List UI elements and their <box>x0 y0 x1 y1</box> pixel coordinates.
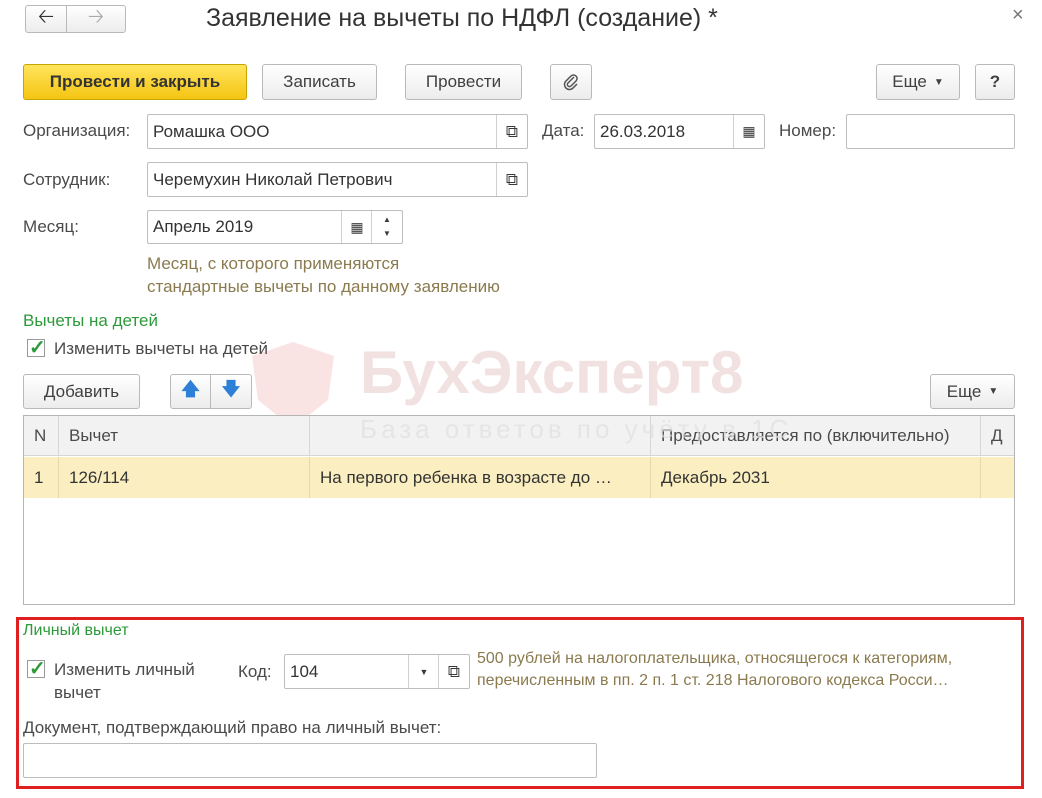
month-value: Апрель 2019 <box>153 217 254 236</box>
month-label: Месяц: <box>23 217 79 236</box>
personal-change-checkbox[interactable]: ✓ <box>27 658 46 680</box>
code-label: Код: <box>238 662 272 681</box>
move-up-button[interactable]: 🡅 <box>170 374 211 409</box>
column-header-n[interactable]: N <box>24 416 59 456</box>
personal-change-label-line2: вычет <box>54 683 101 702</box>
table-row-until[interactable]: Декабрь 2031 <box>651 457 981 498</box>
document-field[interactable] <box>23 743 597 778</box>
spin-up-icon[interactable]: ▲ <box>383 213 391 227</box>
children-change-checkbox[interactable]: ✓ <box>27 337 46 359</box>
forward-button[interactable]: 🡢 <box>66 5 126 33</box>
watermark-subtitle: База ответов по учёту в 1С <box>360 414 793 444</box>
paperclip-icon <box>563 74 578 91</box>
employee-value: Черемухин Николай Петрович <box>153 169 393 189</box>
number-label: Номер: <box>779 121 837 140</box>
window-title: Заявление на вычеты по НДФЛ (создание) * <box>206 4 718 32</box>
table-row-n[interactable]: 1 <box>24 457 59 498</box>
table-row-d[interactable] <box>981 457 1014 498</box>
month-note-line1: Месяц, с которого применяются <box>147 254 400 273</box>
code-value: 104 <box>290 661 319 681</box>
month-note-line2: стандартные вычеты по данному заявлению <box>147 277 500 296</box>
children-more-button[interactable]: Еще ▼ <box>930 374 1015 409</box>
add-button[interactable]: Добавить <box>23 374 140 409</box>
chevron-down-icon: ▼ <box>933 76 944 88</box>
more-button[interactable]: Еще ▼ <box>876 64 960 100</box>
chevron-down-icon: ▼ <box>988 386 999 397</box>
help-button[interactable]: ? <box>975 64 1015 100</box>
arrow-down-icon: 🡇 <box>221 378 241 399</box>
column-header-deduction[interactable]: Вычет <box>59 416 310 456</box>
arrow-left-icon: 🡠 <box>37 6 55 28</box>
table-row-code[interactable]: 126/114 <box>59 457 310 498</box>
open-icon[interactable]: ⧉ <box>496 115 527 148</box>
code-field[interactable]: 104 ▼ ⧉ <box>284 654 470 689</box>
month-field[interactable]: Апрель 2019 ▦ ▲ ▼ <box>147 210 403 244</box>
post-button[interactable]: Провести <box>405 64 522 100</box>
code-description-line2: перечисленным в пп. 2 п. 1 ст. 218 Налог… <box>477 672 949 689</box>
org-value: Ромашка ООО <box>153 121 270 141</box>
spin-buttons[interactable]: ▲ ▼ <box>371 211 402 243</box>
personal-section-title: Личный вычет <box>23 622 129 639</box>
children-section-title: Вычеты на детей <box>23 311 158 330</box>
checkmark-icon: ✓ <box>29 658 46 680</box>
org-field[interactable]: Ромашка ООО ⧉ <box>147 114 528 149</box>
calendar-icon[interactable]: ▦ <box>341 211 372 243</box>
table-row-description[interactable]: На первого ребенка в возрасте до … <box>310 457 651 498</box>
date-field[interactable]: 26.03.2018 ▦ <box>594 114 765 149</box>
children-change-label: Изменить вычеты на детей <box>54 339 269 358</box>
arrow-up-icon: 🡅 <box>181 378 200 399</box>
save-button[interactable]: Записать <box>262 64 377 100</box>
close-icon[interactable]: × <box>1012 4 1024 27</box>
watermark-title: БухЭксперт8 <box>360 339 744 406</box>
org-label: Организация: <box>23 121 131 140</box>
open-icon[interactable]: ⧉ <box>438 655 469 688</box>
post-and-close-button[interactable]: Провести и закрыть <box>23 64 247 100</box>
date-label: Дата: <box>542 121 585 140</box>
more-label: Еще <box>892 72 927 91</box>
document-label: Документ, подтверждающий право на личный… <box>23 718 442 737</box>
employee-label: Сотрудник: <box>23 170 111 189</box>
arrow-right-icon: 🡢 <box>87 6 105 28</box>
employee-field[interactable]: Черемухин Николай Петрович ⧉ <box>147 162 528 197</box>
children-more-label: Еще <box>946 381 982 401</box>
personal-change-label-line1: Изменить личный <box>54 660 195 679</box>
move-down-button[interactable]: 🡇 <box>210 374 252 409</box>
number-field[interactable] <box>846 114 1015 149</box>
chevron-down-icon[interactable]: ▼ <box>408 655 439 688</box>
attach-button[interactable] <box>550 64 592 100</box>
calendar-icon[interactable]: ▦ <box>733 115 764 148</box>
date-value: 26.03.2018 <box>600 121 686 141</box>
spin-down-icon[interactable]: ▼ <box>383 227 391 241</box>
column-header-d[interactable]: Д <box>981 416 1014 456</box>
back-button[interactable]: 🡠 <box>25 5 67 33</box>
checkmark-icon: ✓ <box>29 337 46 359</box>
open-icon[interactable]: ⧉ <box>496 163 527 196</box>
code-description-line1: 500 рублей на налогоплательщика, относящ… <box>477 650 953 667</box>
